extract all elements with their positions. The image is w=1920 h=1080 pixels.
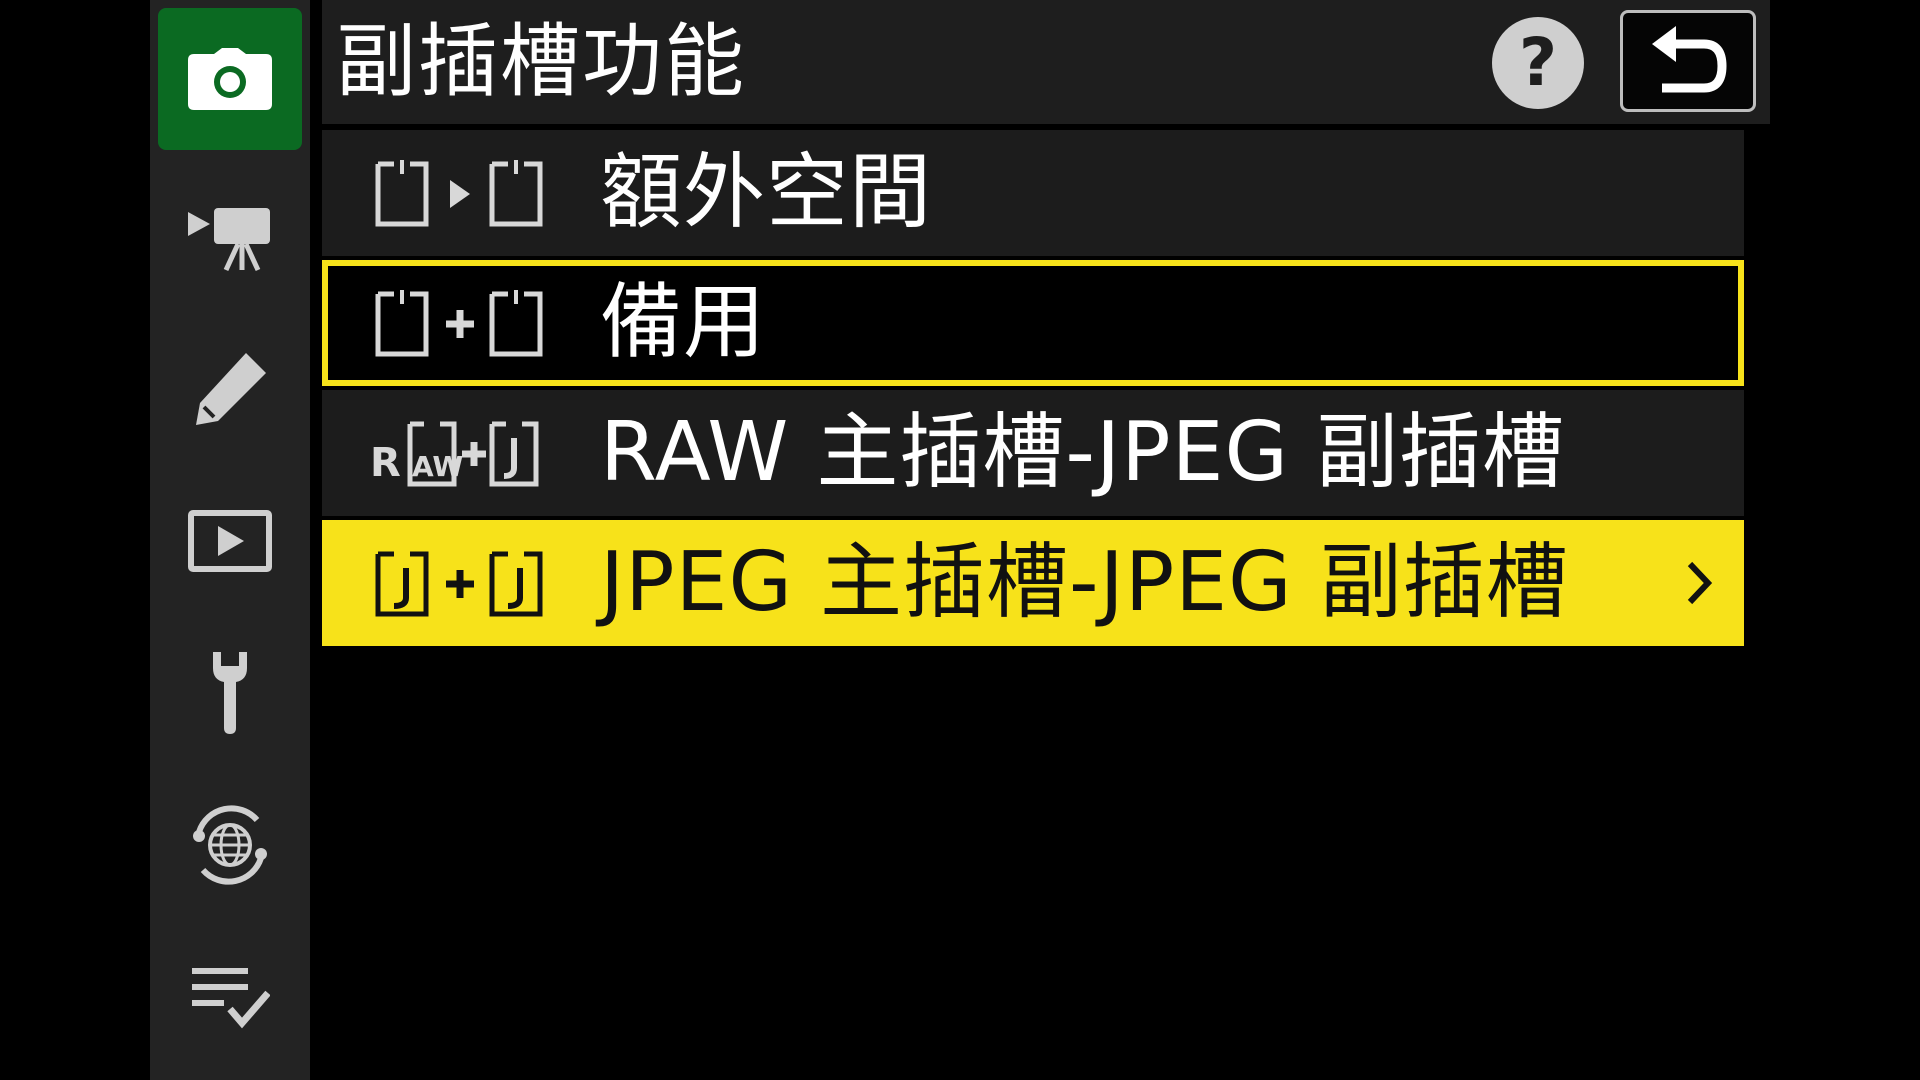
playback-icon (188, 510, 272, 572)
wrench-icon (213, 652, 247, 734)
my-menu-icon (192, 968, 270, 1029)
overflow-slots-icon (375, 160, 543, 227)
menu-item-overflow[interactable]: 額外空間 (322, 130, 1744, 256)
menu-item-label: 額外空間 (600, 145, 933, 240)
raw-plus-jpeg-icon: R AW (370, 421, 539, 487)
jpeg-plus-jpeg-icon (375, 551, 543, 617)
sidebar-item-setup[interactable] (158, 622, 302, 764)
camera-menu-screen: 副插槽功能 ? 額外空間 備用 R AW RAW 主插槽-JPEG 副插槽 JP… (0, 0, 1920, 1080)
back-arrow-icon (1652, 26, 1727, 93)
svg-text:R: R (370, 440, 401, 486)
sidebar-item-network[interactable] (158, 774, 302, 916)
menu-item-label: RAW 主插槽-JPEG 副插槽 (600, 405, 1566, 500)
movie-camera-icon (188, 208, 270, 272)
menu-sidebar (150, 0, 310, 1080)
menu-header: 副插槽功能 ? (322, 0, 1770, 124)
menu-item-raw-primary-jpeg-secondary[interactable]: R AW RAW 主插槽-JPEG 副插槽 (322, 390, 1744, 516)
sidebar-item-video-recording[interactable] (158, 166, 302, 308)
chevron-right-icon (1687, 561, 1713, 605)
menu-item-backup[interactable]: 備用 (322, 260, 1744, 386)
sidebar-item-playback[interactable] (158, 470, 302, 612)
help-icon: ? (1518, 24, 1558, 101)
sidebar-item-photo-shooting[interactable] (158, 8, 302, 150)
network-globe-icon (193, 805, 267, 885)
pencil-icon (196, 353, 266, 425)
help-button[interactable]: ? (1492, 17, 1584, 109)
page-title: 副插槽功能 (336, 15, 746, 108)
menu-item-label: JPEG 主插槽-JPEG 副插槽 (600, 535, 1569, 630)
backup-slots-icon (375, 290, 543, 357)
svg-text:AW: AW (412, 450, 463, 483)
menu-item-jpeg-primary-jpeg-secondary[interactable]: JPEG 主插槽-JPEG 副插槽 (322, 520, 1744, 646)
back-button[interactable] (1620, 10, 1756, 112)
camera-icon (188, 48, 272, 110)
slot-function-menu: 額外空間 備用 R AW RAW 主插槽-JPEG 副插槽 JPEG 主插槽-J… (322, 130, 1744, 650)
sidebar-item-retouch[interactable] (158, 318, 302, 460)
menu-item-label: 備用 (600, 275, 767, 370)
sidebar-item-my-menu[interactable] (158, 926, 302, 1068)
